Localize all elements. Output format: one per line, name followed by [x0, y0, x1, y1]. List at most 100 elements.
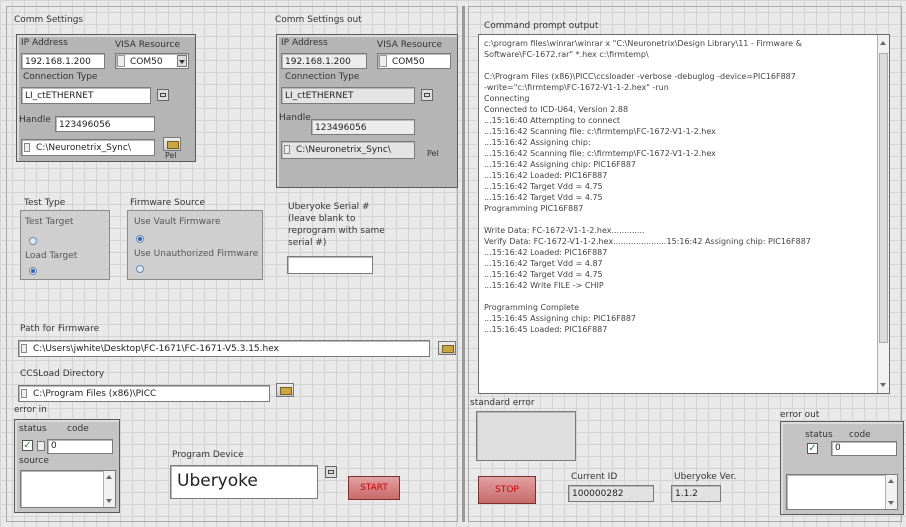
error-in-code-field[interactable]: 0 [47, 439, 113, 454]
console-line: ...15:16:42 Assigning chip: [484, 138, 591, 147]
console-line: Connected to ICD-U64, Version 2.88 [484, 105, 629, 114]
start-button[interactable]: START [348, 476, 400, 500]
ccsload-dir-value: C:\Program Files (x86)\PICC [33, 389, 157, 399]
current-id-label: Current ID [571, 472, 618, 482]
error-out-cluster: status code ✓ 0 [780, 421, 904, 515]
console-line: ...15:16:42 Scanning file: c:\firmtemp\F… [484, 127, 716, 136]
path-firmware-browse-icon[interactable] [438, 341, 456, 355]
ip-address-out-label: IP Address [281, 38, 328, 48]
sync-path-field[interactable]: C:\Neuronetrix_Sync\ [21, 139, 155, 156]
console-line: Connecting [484, 94, 530, 103]
comm-settings-title: Comm Settings [14, 15, 84, 25]
vault-firmware-label: Use Vault Firmware [134, 217, 221, 227]
ccsload-dir-input[interactable]: C:\Program Files (x86)\PICC [18, 385, 270, 402]
command-prompt-scrollbar[interactable] [877, 35, 889, 393]
error-in-source-field[interactable] [20, 470, 116, 508]
uberyoke-ver-field: 1.1.2 [671, 485, 721, 502]
visa-resource-out-icon [379, 55, 387, 67]
sync-path-out-field: C:\Neuronetrix_Sync\ [281, 141, 415, 159]
ccsload-browse-icon[interactable] [276, 383, 294, 397]
error-in-source-scrollbar[interactable] [103, 471, 115, 507]
error-in-cluster: status code ✓ 0 source [14, 419, 120, 513]
console-line: ...15:16:42 Target Vdd = 4.75 [484, 270, 603, 279]
unauthorized-firmware-label: Use Unauthorized Firmware [134, 249, 259, 259]
unauthorized-firmware-radio[interactable] [136, 265, 144, 273]
console-line: -write="c:\firmtemp\FC-1672-V1-1-2.hex" … [484, 83, 669, 92]
console-line: Programming Complete [484, 303, 580, 312]
command-prompt-title: Command prompt output [484, 21, 599, 31]
vault-firmware-radio[interactable] [136, 235, 144, 243]
sync-path-out-value: C:\Neuronetrix_Sync\ [296, 145, 391, 155]
connection-type-dropdown-icon[interactable] [157, 89, 169, 101]
browse-folder-icon[interactable] [163, 137, 181, 151]
visa-resource-out-value: COM50 [392, 57, 425, 67]
uberyoke-serial-hint-3: serial #) [288, 238, 327, 248]
path-firmware-input[interactable]: C:\Users\jwhite\Desktop\FC-1671\FC-1671-… [18, 340, 430, 357]
uberyoke-serial-input[interactable] [287, 256, 373, 274]
path-icon [24, 143, 30, 152]
pel-out-label: Pel [427, 149, 439, 158]
test-target-label: Test Target [25, 217, 74, 227]
console-line: ...15:16:42 Assigning chip: PIC16F887 [484, 160, 637, 169]
ip-address-field[interactable]: 192.168.1.200 [21, 53, 105, 69]
error-out-source-field [786, 474, 898, 510]
handle-out-field: 123496056 [311, 119, 415, 135]
console-line: ...15:16:42 Target Vdd = 4.87 [484, 259, 603, 268]
console-line: Write Data: FC-1672-V1-1-2.hex..........… [484, 226, 645, 235]
chevron-down-icon[interactable] [177, 55, 187, 67]
uberyoke-ver-label: Uberyoke Ver. [674, 472, 737, 482]
load-target-label: Load Target [25, 251, 78, 261]
program-device-dropdown-icon[interactable] [325, 466, 337, 478]
handle-out-label: Handle [279, 113, 311, 123]
error-in-title: error in [14, 405, 47, 415]
command-prompt-output[interactable]: c:\program files\winrar\winrar x "C:\Neu… [478, 34, 890, 394]
visa-resource-label: VISA Resource [115, 40, 180, 50]
test-target-radio[interactable] [29, 237, 37, 245]
load-target-radio[interactable] [29, 267, 37, 275]
visa-resource-out-field: COM50 [377, 53, 451, 69]
console-line: ...15:16:42 Target Vdd = 4.75 [484, 182, 603, 191]
program-device-label: Program Device [172, 450, 244, 460]
comm-settings-cluster: IP Address VISA Resource 192.168.1.200 C… [16, 34, 196, 162]
standard-error-field [476, 411, 576, 461]
connection-type-out-label: Connection Type [285, 72, 360, 82]
error-in-code-label: code [67, 424, 89, 434]
ip-address-out-field: 192.168.1.200 [281, 53, 367, 69]
test-type-cluster: Test Target Load Target [20, 210, 110, 280]
console-line: c:\program files\winrar\winrar x "C:\Neu… [484, 39, 802, 48]
console-line: Verify Data: FC-1672-V1-1-2.hex.........… [484, 237, 811, 246]
ccsload-dir-icon [21, 389, 27, 398]
path-firmware-label: Path for Firmware [20, 324, 100, 334]
pane-divider [462, 6, 465, 522]
console-line: ...15:16:42 Target Vdd = 4.75 [484, 193, 603, 202]
comm-settings-out-title: Comm Settings out [275, 15, 362, 25]
handle-label: Handle [19, 115, 51, 125]
command-prompt-lines: c:\program files\winrar\winrar x "C:\Neu… [479, 35, 889, 335]
error-in-status-checkbox[interactable]: ✓ [22, 440, 33, 451]
visa-resource-out-label: VISA Resource [377, 40, 442, 50]
comm-settings-out-cluster: IP Address VISA Resource 192.168.1.200 C… [276, 34, 458, 188]
sync-path-value: C:\Neuronetrix_Sync\ [36, 143, 131, 153]
uberyoke-serial-hint-2: reprogram with same [288, 226, 385, 236]
connection-type-select[interactable]: LI_ctETHERNET [21, 87, 151, 104]
connection-type-label: Connection Type [23, 72, 98, 82]
uberyoke-serial-hint-1: (leave blank to [288, 214, 356, 224]
ip-address-label: IP Address [21, 38, 68, 48]
error-out-code-field: 0 [831, 441, 897, 456]
path-out-icon [284, 145, 290, 154]
start-button-label: START [360, 483, 388, 493]
pel-label: Pel [165, 151, 177, 160]
connection-type-out-field: LI_ctETHERNET [281, 87, 415, 104]
program-device-select[interactable]: Uberyoke [170, 465, 318, 499]
handle-field[interactable]: 123496056 [55, 116, 155, 132]
error-out-status-checkbox: ✓ [807, 443, 818, 454]
stop-button[interactable]: STOP [478, 476, 536, 504]
console-line: ...15:16:40 Attempting to connect [484, 116, 621, 125]
connection-type-out-icon [421, 89, 433, 101]
error-out-source-scrollbar[interactable] [885, 475, 897, 509]
command-prompt-scroll-thumb[interactable] [879, 53, 888, 343]
path-firmware-value: C:\Users\jwhite\Desktop\FC-1671\FC-1671-… [33, 344, 279, 354]
error-in-code-stepper[interactable] [37, 441, 45, 451]
